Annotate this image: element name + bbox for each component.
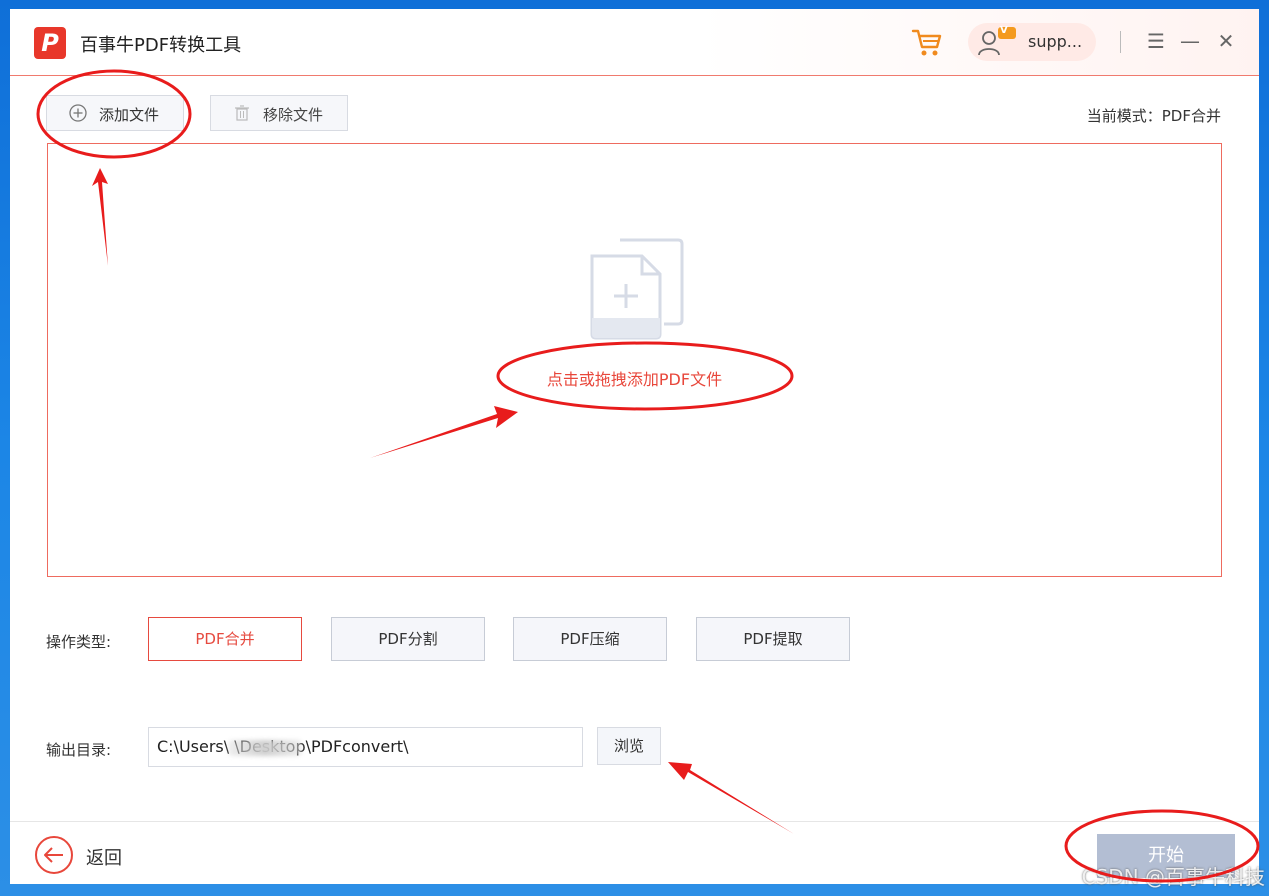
- output-dir-label: 输出目录:: [46, 741, 112, 759]
- add-file-label: 添加文件: [99, 106, 160, 124]
- close-icon[interactable]: ✕: [1214, 29, 1238, 53]
- browse-button[interactable]: 浏览: [597, 727, 661, 765]
- footer-divider: [10, 821, 1259, 822]
- plus-circle-icon: [69, 104, 87, 122]
- drop-hint[interactable]: 点击或拖拽添加PDF文件: [48, 366, 1221, 390]
- op-pdf-compress[interactable]: PDF压缩: [513, 617, 667, 661]
- user-name: supp...: [1028, 32, 1083, 51]
- op-pdf-extract[interactable]: PDF提取: [696, 617, 850, 661]
- file-drop-zone[interactable]: 点击或拖拽添加PDF文件: [47, 143, 1222, 577]
- cart-icon[interactable]: [910, 25, 944, 59]
- app-window: P 百事牛PDF转换工具 V supp... ☰ — ✕ 添加文件 移除文件 当…: [10, 9, 1259, 884]
- menu-icon[interactable]: ☰: [1144, 29, 1168, 53]
- header-divider: [1120, 31, 1121, 53]
- back-button[interactable]: 返回: [86, 844, 122, 870]
- operation-type-label: 操作类型:: [46, 633, 112, 651]
- app-title: 百事牛PDF转换工具: [80, 35, 242, 56]
- trash-icon: [235, 105, 249, 121]
- user-account[interactable]: V supp...: [968, 23, 1096, 61]
- add-file-button[interactable]: 添加文件: [46, 95, 184, 131]
- add-document-icon: [590, 238, 684, 340]
- remove-file-label: 移除文件: [263, 106, 324, 124]
- redacted-username: [228, 740, 302, 756]
- op-pdf-merge[interactable]: PDF合并: [148, 617, 302, 661]
- vip-badge: V: [998, 25, 1016, 39]
- minimize-icon[interactable]: —: [1178, 29, 1202, 53]
- title-bar: P 百事牛PDF转换工具 V supp... ☰ — ✕: [10, 9, 1259, 76]
- app-logo: P: [34, 27, 66, 59]
- csdn-watermark: CSDN @百事牛科技: [1081, 865, 1265, 889]
- op-pdf-split[interactable]: PDF分割: [331, 617, 485, 661]
- remove-file-button[interactable]: 移除文件: [210, 95, 348, 131]
- current-mode-text: 当前模式：PDF合并: [1086, 107, 1221, 125]
- back-arrow-icon[interactable]: [34, 835, 74, 875]
- output-path-input[interactable]: C:\Users\ \Desktop\PDFconvert\: [148, 727, 583, 767]
